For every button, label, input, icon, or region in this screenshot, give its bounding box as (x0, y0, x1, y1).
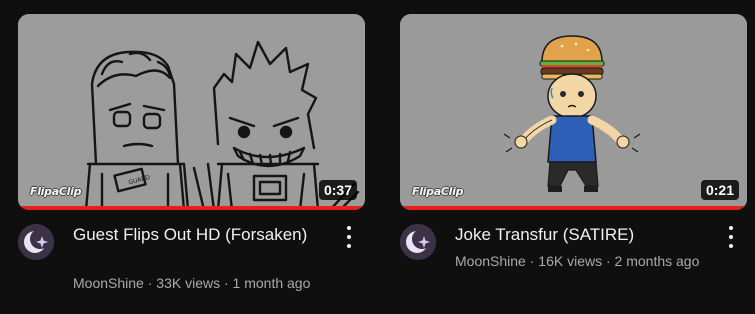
video-title[interactable]: Guest Flips Out HD (Forsaken) (73, 223, 323, 246)
upload-age: 1 month ago (232, 275, 311, 291)
view-count: 33K views (156, 275, 221, 291)
crescent-moon-sparkle-icon (400, 224, 436, 260)
video-thumbnail[interactable]: GUARD FlipaClip 0:37 (18, 14, 365, 210)
video-details: Joke Transfur (SATIRE) MoonShine · 16K v… (400, 224, 747, 314)
video-card[interactable]: FlipaClip 0:21 Joke Transfur (SATIRE) Mo… (400, 14, 747, 314)
watch-progress-bar (18, 206, 365, 210)
channel-avatar[interactable] (18, 224, 54, 260)
more-vert-icon[interactable] (341, 226, 357, 248)
upload-age: 2 months ago (614, 253, 700, 269)
video-details: Guest Flips Out HD (Forsaken) MoonShine … (18, 224, 365, 314)
duration-badge: 0:21 (700, 180, 739, 200)
channel-name[interactable]: MoonShine (73, 275, 144, 291)
meta-separator: · (220, 275, 233, 291)
video-card[interactable]: GUARD FlipaClip 0:37 Guest Flips Out HD … (18, 14, 365, 314)
thumbnail-illustration (400, 14, 747, 210)
flipaclip-watermark: FlipaClip (412, 185, 464, 198)
more-vert-icon[interactable] (723, 226, 739, 248)
video-title[interactable]: Joke Transfur (SATIRE) (455, 223, 705, 246)
meta-separator: · (525, 253, 539, 269)
channel-name[interactable]: MoonShine (455, 253, 526, 269)
meta-separator: · (602, 253, 615, 269)
meta-separator: · (143, 275, 157, 291)
view-count: 16K views (538, 253, 603, 269)
video-metadata: MoonShine · 16K views · 2 months ago (455, 253, 699, 269)
crescent-moon-sparkle-icon (18, 224, 54, 260)
thumbnail-illustration: GUARD (18, 14, 365, 210)
video-metadata: MoonShine · 33K views · 1 month ago (73, 275, 310, 291)
duration-badge: 0:37 (318, 180, 357, 200)
watch-progress-bar (400, 206, 747, 210)
video-thumbnail[interactable]: FlipaClip 0:21 (400, 14, 747, 210)
flipaclip-watermark: FlipaClip (30, 185, 82, 198)
channel-avatar[interactable] (400, 224, 436, 260)
